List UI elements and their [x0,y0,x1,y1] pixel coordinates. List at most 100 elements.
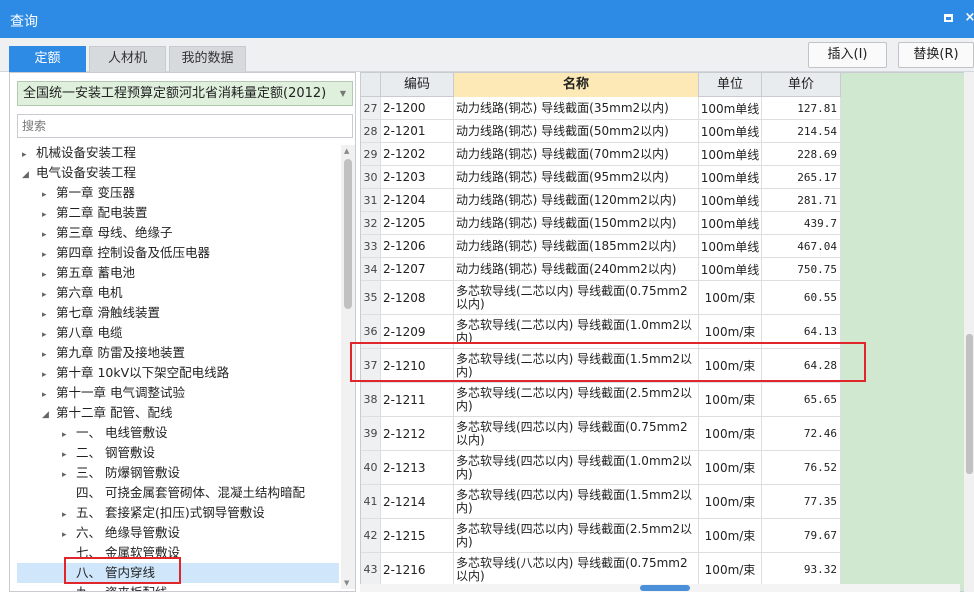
header-code[interactable]: 编码 [381,73,454,97]
table-row[interactable]: 31 2-1204 动力线路(铜芯) 导线截面(120mm2以内) 100m单线 281… [361,189,841,212]
price-cell: 77.35 [762,485,841,518]
tree-item[interactable]: ▸ 三、 防爆钢管敷设 [62,463,180,483]
tab-labor-material-machine[interactable]: 人材机 [89,46,166,72]
grid-horizontal-scrollbar[interactable] [360,584,960,592]
tab-my-data[interactable]: 我的数据 [169,46,246,72]
table-row[interactable]: 35 2-1208 多芯软导线(二芯以内) 导线截面(0.75mm2以内) 100m/… [361,281,841,315]
replace-button[interactable]: 替换(R) [898,42,974,68]
expand-arrow-icon[interactable]: ▸ [62,505,76,525]
expand-arrow-icon[interactable]: ▸ [62,465,76,485]
table-row[interactable]: 40 2-1213 多芯软导线(四芯以内) 导线截面(1.0mm2以内) 100m/束… [361,451,841,485]
chapter-tree: ▸ 机械设备安装工程 ◢ 电气设备安装工程 ▸ 第一章 变压器 ▸ 第二章 配电装置 ▸ 第三章 … [10,143,340,591]
tree-scrollbar[interactable]: ▲ ▼ [341,145,355,589]
table-row[interactable]: 38 2-1211 多芯软导线(二芯以内) 导线截面(2.5mm2以内) 100m/束… [361,383,841,417]
table-row[interactable]: 42 2-1215 多芯软导线(四芯以内) 导线截面(2.5mm2以内) 100m/束… [361,519,841,553]
table-row[interactable]: 41 2-1214 多芯软导线(四芯以内) 导线截面(1.5mm2以内) 100m/束… [361,485,841,519]
expand-arrow-icon[interactable]: ▸ [42,225,56,245]
scroll-down-icon[interactable]: ▼ [344,579,349,587]
tree-item[interactable]: ▸ 第十章 10kV以下架空配电线路 [42,363,229,383]
table-row[interactable]: 36 2-1209 多芯软导线(二芯以内) 导线截面(1.0mm2以内) 100m/束… [361,315,841,349]
price-cell: 439.7 [762,212,841,234]
header-unit[interactable]: 单位 [699,73,762,97]
expand-arrow-icon[interactable]: ▸ [42,325,56,345]
row-number-cell: 34 [361,258,381,280]
grid-vertical-scrollbar-thumb[interactable] [966,334,973,474]
header-name[interactable]: 名称 [454,73,699,97]
tree-item[interactable]: 四、 可挠金属套管砌体、混凝土结构暗配 [62,483,305,503]
tree-item[interactable]: ▸ 第三章 母线、绝缘子 [42,223,172,243]
table-row[interactable]: 27 2-1200 动力线路(铜芯) 导线截面(35mm2以内) 100m单线 127.… [361,97,841,120]
header-rownum [361,73,381,97]
tree-item[interactable]: 九、 瓷夹板配线 [62,583,167,591]
unit-cell: 100m单线 [699,143,762,165]
scroll-up-icon[interactable]: ▲ [344,147,349,155]
table-row[interactable]: 28 2-1201 动力线路(铜芯) 导线截面(50mm2以内) 100m单线 214.… [361,120,841,143]
expand-arrow-icon[interactable]: ▸ [22,145,36,165]
expand-arrow-icon[interactable]: ▸ [42,385,56,405]
tree-item-label: 七、 金属软管敷设 [76,545,180,560]
tree-item[interactable]: ▸ 机械设备安装工程 [22,143,136,163]
tree-item[interactable]: 七、 金属软管敷设 [62,543,180,563]
maximize-icon[interactable] [940,10,956,26]
tree-item[interactable]: ▸ 第六章 电机 [42,283,122,303]
table-row[interactable]: 43 2-1216 多芯软导线(八芯以内) 导线截面(0.75mm2以内) 100m/… [361,553,841,587]
table-row[interactable]: 34 2-1207 动力线路(铜芯) 导线截面(240mm2以内) 100m单线 750… [361,258,841,281]
tree-item[interactable]: ▸ 第四章 控制设备及低压电器 [42,243,210,263]
expand-arrow-icon[interactable]: ▸ [42,305,56,325]
table-row[interactable]: 39 2-1212 多芯软导线(四芯以内) 导线截面(0.75mm2以内) 100m/… [361,417,841,451]
price-cell: 64.13 [762,315,841,348]
tree-item[interactable]: ▸ 第一章 变压器 [42,183,135,203]
tree-item[interactable]: ▸ 第二章 配电装置 [42,203,147,223]
tree-item[interactable]: ◢ 电气设备安装工程 [22,163,136,183]
header-price[interactable]: 单价 [762,73,841,97]
code-cell: 2-1212 [381,417,454,450]
tree-item[interactable]: ▸ 二、 钢管敷设 [62,443,155,463]
expand-arrow-icon[interactable]: ▸ [62,445,76,465]
tree-item[interactable]: ◢ 第十二章 配管、配线 [42,403,172,423]
expand-arrow-icon[interactable]: ▸ [42,345,56,365]
expand-arrow-icon[interactable]: ▸ [62,425,76,445]
table-row[interactable]: 29 2-1202 动力线路(铜芯) 导线截面(70mm2以内) 100m单线 228.… [361,143,841,166]
tree-item[interactable]: ▸ 第五章 蓄电池 [42,263,135,283]
tree-item[interactable]: ▸ 五、 套接紧定(扣压)式钢导管敷设 [62,503,265,523]
code-cell: 2-1204 [381,189,454,211]
collapse-arrow-icon[interactable]: ◢ [42,405,56,425]
expand-arrow-icon[interactable]: ▸ [42,285,56,305]
insert-button[interactable]: 插入(I) [808,42,887,68]
table-row[interactable]: 30 2-1203 动力线路(铜芯) 导线截面(95mm2以内) 100m单线 265.… [361,166,841,189]
close-icon[interactable]: × [962,10,974,26]
tree-item[interactable]: ▸ 第九章 防雷及接地装置 [42,343,185,363]
expand-arrow-icon[interactable]: ▸ [62,525,76,545]
tree-item[interactable]: 八、 管内穿线 [17,563,339,583]
tree-item-label: 机械设备安装工程 [36,145,137,160]
code-cell: 2-1202 [381,143,454,165]
row-number-cell: 33 [361,235,381,257]
tree-scrollbar-thumb[interactable] [344,159,352,309]
tree-item[interactable]: ▸ 第七章 滑触线装置 [42,303,160,323]
tab-quota[interactable]: 定额 [9,46,86,72]
table-row[interactable]: 33 2-1206 动力线路(铜芯) 导线截面(185mm2以内) 100m单线 467… [361,235,841,258]
quota-library-select[interactable]: 全国统一安装工程预算定额河北省消耗量定额(2012) ▼ [17,81,353,106]
expand-arrow-icon[interactable]: ▸ [42,245,56,265]
expand-arrow-icon[interactable]: ▸ [42,185,56,205]
search-input[interactable] [17,114,353,138]
price-cell: 281.71 [762,189,841,211]
name-cell: 多芯软导线(二芯以内) 导线截面(1.5mm2以内) [454,349,699,382]
table-row[interactable]: 32 2-1205 动力线路(铜芯) 导线截面(150mm2以内) 100m单线 439… [361,212,841,235]
tree-item[interactable]: ▸ 第八章 电缆 [42,323,122,343]
grid-horizontal-scrollbar-thumb[interactable] [640,585,690,591]
table-row[interactable]: 37 2-1210 多芯软导线(二芯以内) 导线截面(1.5mm2以内) 100m/束… [361,349,841,383]
unit-cell: 100m/束 [699,553,762,586]
expand-arrow-icon[interactable]: ▸ [42,205,56,225]
expand-arrow-icon[interactable]: ▸ [42,365,56,385]
row-number-cell: 28 [361,120,381,142]
row-number-cell: 31 [361,189,381,211]
tree-item[interactable]: ▸ 第十一章 电气调整试验 [42,383,185,403]
tree-item[interactable]: ▸ 六、 绝缘导管敷设 [62,523,180,543]
expand-arrow-icon[interactable]: ▸ [42,265,56,285]
collapse-arrow-icon[interactable]: ◢ [22,165,36,185]
code-cell: 2-1210 [381,349,454,382]
unit-cell: 100m/束 [699,281,762,314]
grid-vertical-scrollbar[interactable] [964,72,974,592]
tree-item[interactable]: ▸ 一、 电线管敷设 [62,423,167,443]
